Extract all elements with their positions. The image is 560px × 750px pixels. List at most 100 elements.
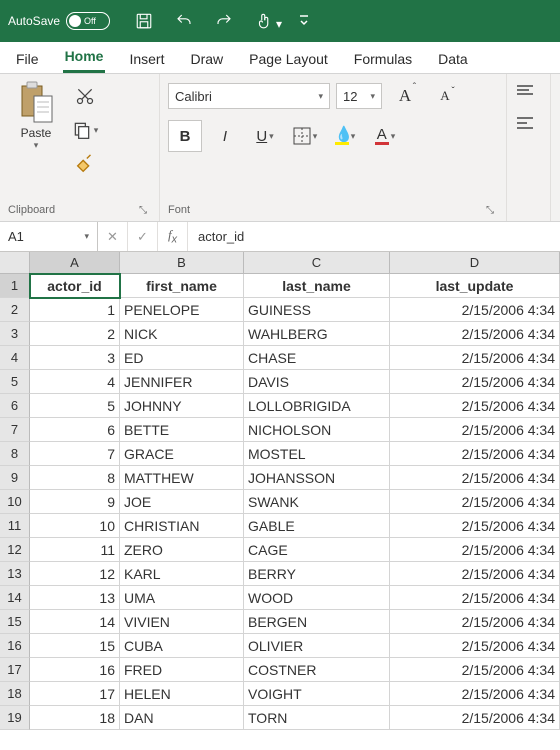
cell[interactable]: 2/15/2006 4:34 (390, 394, 560, 418)
cell[interactable]: 2/15/2006 4:34 (390, 610, 560, 634)
cell[interactable]: DAVIS (244, 370, 390, 394)
autosave-toggle[interactable]: AutoSave Off (8, 12, 110, 30)
fill-color-button[interactable]: 💧▾ (328, 120, 362, 152)
cell[interactable]: 2/15/2006 4:34 (390, 418, 560, 442)
font-size-combo[interactable]: 12 ▾ (336, 83, 382, 109)
align-left-button[interactable] (515, 116, 541, 138)
cell[interactable]: 4 (30, 370, 120, 394)
cell[interactable]: COSTNER (244, 658, 390, 682)
cell[interactable]: 2/15/2006 4:34 (390, 490, 560, 514)
row-header[interactable]: 4 (0, 346, 30, 370)
cell[interactable]: 2/15/2006 4:34 (390, 298, 560, 322)
enter-icon[interactable]: ✓ (128, 222, 158, 251)
name-box[interactable]: A1 ▾ (0, 222, 98, 251)
cell[interactable]: VIVIEN (120, 610, 244, 634)
row-header[interactable]: 1 (0, 274, 30, 298)
caret-down-icon[interactable]: ▾ (34, 140, 39, 151)
cell[interactable]: BETTE (120, 418, 244, 442)
cell[interactable]: 2/15/2006 4:34 (390, 562, 560, 586)
cell[interactable]: JENNIFER (120, 370, 244, 394)
fx-icon[interactable]: fx (158, 222, 188, 251)
cell[interactable]: FRED (120, 658, 244, 682)
undo-icon[interactable] (170, 7, 198, 35)
cell[interactable]: PENELOPE (120, 298, 244, 322)
cell[interactable]: 18 (30, 706, 120, 730)
cell[interactable]: GABLE (244, 514, 390, 538)
cell[interactable]: SWANK (244, 490, 390, 514)
format-painter-button[interactable] (70, 152, 100, 176)
row-header[interactable]: 19 (0, 706, 30, 730)
cell[interactable]: ZERO (120, 538, 244, 562)
cell[interactable]: 2 (30, 322, 120, 346)
cell[interactable]: 11 (30, 538, 120, 562)
caret-down-icon[interactable]: ▾ (94, 125, 99, 136)
cell[interactable]: KARL (120, 562, 244, 586)
row-header[interactable]: 11 (0, 514, 30, 538)
cell[interactable]: 15 (30, 634, 120, 658)
row-header[interactable]: 13 (0, 562, 30, 586)
formula-input[interactable]: actor_id (188, 222, 560, 251)
row-header[interactable]: 2 (0, 298, 30, 322)
column-header[interactable]: C (244, 252, 390, 274)
tab-page-layout[interactable]: Page Layout (247, 45, 330, 73)
cell[interactable]: NICK (120, 322, 244, 346)
underline-button[interactable]: U▾ (248, 120, 282, 152)
cell[interactable]: JOHANSSON (244, 466, 390, 490)
cell[interactable]: DAN (120, 706, 244, 730)
cell[interactable]: NICHOLSON (244, 418, 390, 442)
cell[interactable]: GUINESS (244, 298, 390, 322)
cell[interactable]: 3 (30, 346, 120, 370)
cell[interactable]: last_update (390, 274, 560, 298)
tab-data[interactable]: Data (436, 45, 470, 73)
cell[interactable]: actor_id (30, 274, 120, 298)
row-header[interactable]: 14 (0, 586, 30, 610)
row-header[interactable]: 8 (0, 442, 30, 466)
cell[interactable]: UMA (120, 586, 244, 610)
cell[interactable]: 2/15/2006 4:34 (390, 586, 560, 610)
cell[interactable]: 2/15/2006 4:34 (390, 514, 560, 538)
tab-draw[interactable]: Draw (188, 45, 225, 73)
cell[interactable]: CUBA (120, 634, 244, 658)
cell[interactable]: 2/15/2006 4:34 (390, 466, 560, 490)
cell[interactable]: last_name (244, 274, 390, 298)
cell[interactable]: BERRY (244, 562, 390, 586)
row-header[interactable]: 18 (0, 682, 30, 706)
tab-home[interactable]: Home (63, 42, 106, 73)
shrink-font-button[interactable]: A (428, 80, 462, 112)
row-header[interactable]: 10 (0, 490, 30, 514)
toggle-switch[interactable]: Off (66, 12, 110, 30)
cell[interactable]: 7 (30, 442, 120, 466)
cell[interactable]: 2/15/2006 4:34 (390, 538, 560, 562)
cell[interactable]: 6 (30, 418, 120, 442)
cell[interactable]: CAGE (244, 538, 390, 562)
row-header[interactable]: 9 (0, 466, 30, 490)
bold-button[interactable]: B (168, 120, 202, 152)
cell[interactable]: BERGEN (244, 610, 390, 634)
cell[interactable]: 2/15/2006 4:34 (390, 658, 560, 682)
column-header[interactable]: A (30, 252, 120, 274)
row-header[interactable]: 6 (0, 394, 30, 418)
touch-mode-icon[interactable]: ▾ (250, 7, 278, 35)
cell[interactable]: 16 (30, 658, 120, 682)
cell[interactable]: JOE (120, 490, 244, 514)
tab-insert[interactable]: Insert (127, 45, 166, 73)
column-header[interactable]: B (120, 252, 244, 274)
cell[interactable]: 2/15/2006 4:34 (390, 346, 560, 370)
save-icon[interactable] (130, 7, 158, 35)
cell[interactable]: TORN (244, 706, 390, 730)
align-top-button[interactable] (515, 84, 541, 106)
cell[interactable]: 12 (30, 562, 120, 586)
row-header[interactable]: 7 (0, 418, 30, 442)
dialog-launcher-icon[interactable]: ⤡ (135, 203, 151, 218)
cell[interactable]: 9 (30, 490, 120, 514)
qat-customize-icon[interactable] (290, 7, 318, 35)
cell[interactable]: WOOD (244, 586, 390, 610)
cancel-icon[interactable]: ✕ (98, 222, 128, 251)
redo-icon[interactable] (210, 7, 238, 35)
copy-button[interactable]: ▾ (70, 118, 100, 142)
cell[interactable]: 2/15/2006 4:34 (390, 442, 560, 466)
cell[interactable]: WAHLBERG (244, 322, 390, 346)
tab-file[interactable]: File (14, 45, 41, 73)
cell[interactable]: 2/15/2006 4:34 (390, 634, 560, 658)
cell[interactable]: 1 (30, 298, 120, 322)
